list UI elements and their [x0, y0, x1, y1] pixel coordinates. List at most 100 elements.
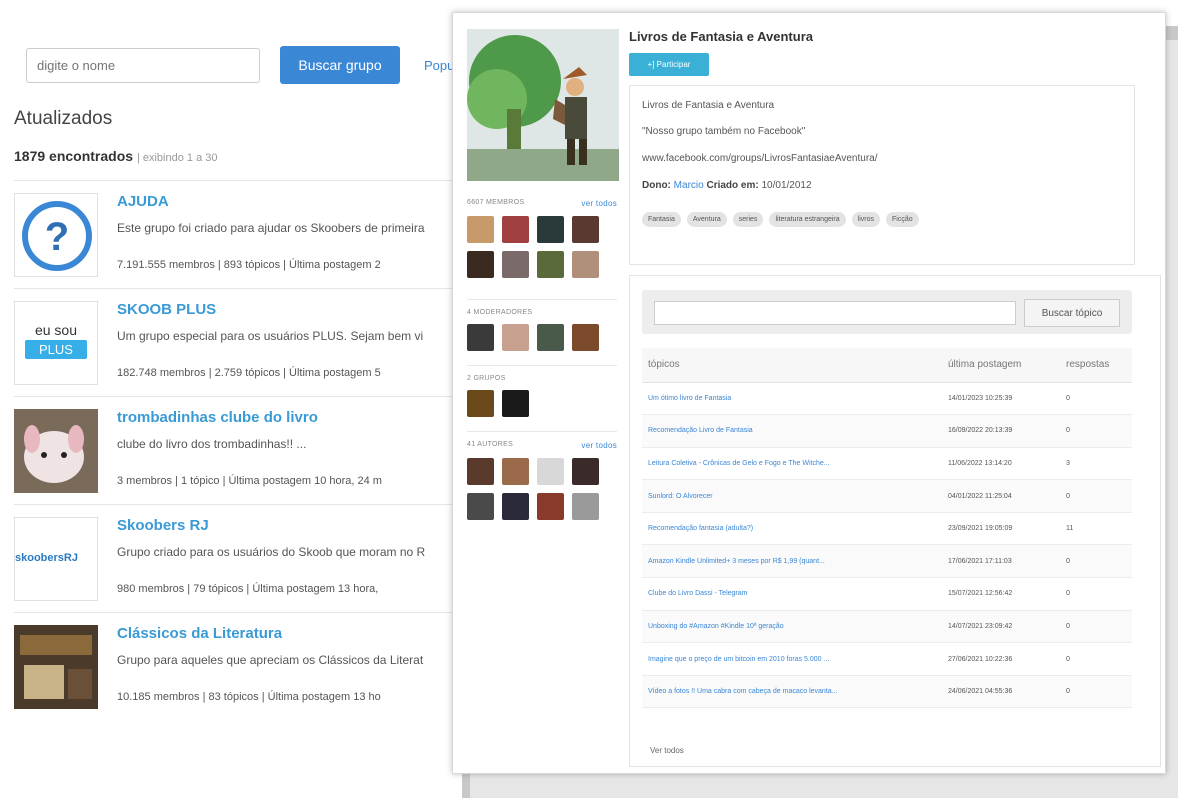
axolotl-image	[14, 409, 98, 493]
moderators-heading: 4 MODERADORES	[467, 309, 533, 316]
table-row[interactable]: Sunlord: O Alvorecer 04/01/2022 11:25:04 0	[642, 479, 1132, 513]
table-row[interactable]: Leitura Coletiva - Crônicas de Gelo e Fo…	[642, 447, 1132, 481]
moderator-avatar[interactable]	[572, 324, 599, 351]
topic-link[interactable]: Leitura Coletiva - Crônicas de Gelo e Fo…	[642, 447, 942, 481]
member-avatar[interactable]	[537, 251, 564, 278]
author-avatar[interactable]	[537, 493, 564, 520]
member-avatar[interactable]	[572, 216, 599, 243]
join-group-button[interactable]: +] Participar	[629, 53, 709, 76]
members-heading: 6607 MEMBROS	[467, 199, 525, 206]
topic-link[interactable]: Um ótimo livro de Fantasia	[642, 382, 942, 416]
topic-last-post: 17/06/2021 17:11:03	[942, 544, 1060, 579]
table-row[interactable]: Um ótimo livro de Fantasia 14/01/2023 10:…	[642, 382, 1132, 416]
topic-link[interactable]: Unboxing do #Amazon #Kindle 10ª geração	[642, 610, 942, 644]
topic-last-post: 24/06/2021 04:55:36	[942, 675, 1060, 709]
member-avatar[interactable]	[467, 251, 494, 278]
author-avatar[interactable]	[502, 493, 529, 520]
list-item[interactable]: trombadinhas clube do livro clube do liv…	[14, 396, 470, 504]
group-name[interactable]: SKOOB PLUS	[117, 301, 216, 318]
related-group-thumbnail[interactable]	[467, 390, 494, 417]
member-avatar[interactable]	[572, 251, 599, 278]
group-description: Um grupo especial para os usuários PLUS.…	[117, 329, 424, 343]
authors-see-all-link[interactable]: ver todos	[581, 441, 617, 450]
author-avatar[interactable]	[572, 493, 599, 520]
see-all-topics-link[interactable]: Ver todos	[650, 746, 684, 755]
member-avatar[interactable]	[537, 216, 564, 243]
group-name[interactable]: Skoobers RJ	[117, 517, 209, 534]
search-topic-button[interactable]: Buscar tópico	[1024, 299, 1120, 327]
table-row[interactable]: Imagine que o preço de um bitcoin em 201…	[642, 642, 1132, 676]
member-avatar[interactable]	[467, 216, 494, 243]
plus-group-thumbnail[interactable]: eu sou PLUS	[14, 301, 98, 385]
group-name[interactable]: AJUDA	[117, 193, 169, 210]
help-group-thumbnail[interactable]: ?	[14, 193, 98, 277]
group-search-input[interactable]	[26, 47, 260, 83]
members-section: 6607 MEMBROS ver todos	[467, 199, 617, 278]
topic-link[interactable]: Amazon Kindle Unlimited+ 3 meses por R$ …	[642, 544, 942, 579]
topic-replies: 0	[1060, 544, 1132, 579]
topic-link[interactable]: Vídeo a fotos !! Uma cabra com cabeça de…	[642, 675, 942, 709]
table-row[interactable]: Unboxing do #Amazon #Kindle 10ª geração 1…	[642, 610, 1132, 644]
moderator-avatar[interactable]	[502, 324, 529, 351]
topic-replies: 0	[1060, 479, 1132, 513]
tag[interactable]: Aventura	[686, 212, 727, 227]
plus-logo-top: eu sou	[34, 322, 78, 338]
tag[interactable]: series	[732, 212, 764, 227]
member-avatar[interactable]	[502, 251, 529, 278]
author-avatar[interactable]	[502, 458, 529, 485]
group-title: Livros de Fantasia e Aventura	[629, 29, 813, 44]
rj-logo: skoobersRJ	[15, 552, 78, 564]
moderator-avatar[interactable]	[467, 324, 494, 351]
related-group-thumbnail[interactable]	[502, 390, 529, 417]
group-description: Este grupo foi criado para ajudar os Sko…	[117, 221, 425, 235]
owner-label: Dono:	[642, 180, 671, 191]
group-info-box: Livros de Fantasia e Aventura "Nosso gru…	[629, 85, 1135, 265]
group-stats: 980 membros | 79 tópicos | Última postag…	[117, 583, 379, 595]
search-group-button[interactable]: Buscar grupo	[280, 46, 400, 84]
tag-list: Fantasia Aventura series literatura estr…	[642, 212, 919, 227]
topic-link[interactable]: Imagine que o preço de um bitcoin em 201…	[642, 642, 942, 676]
author-avatar[interactable]	[467, 493, 494, 520]
list-item[interactable]: ? AJUDA Este grupo foi criado para ajuda…	[14, 180, 470, 288]
owner-name-link[interactable]: Marcio	[674, 180, 704, 191]
group-name[interactable]: trombadinhas clube do livro	[117, 409, 318, 426]
topic-last-post: 04/01/2022 11:25:04	[942, 479, 1060, 513]
author-avatar[interactable]	[537, 458, 564, 485]
classics-thumbnail[interactable]	[14, 625, 98, 709]
group-name[interactable]: Clássicos da Literatura	[117, 625, 282, 642]
topic-link[interactable]: Recomendação Livro de Fantasia	[642, 414, 942, 448]
member-avatar[interactable]	[502, 216, 529, 243]
topic-search-input[interactable]	[654, 301, 1016, 325]
column-header-replies: respostas	[1060, 348, 1132, 383]
tag[interactable]: literatura estrangeira	[769, 212, 846, 227]
list-item[interactable]: eu sou PLUS SKOOB PLUS Um grupo especial…	[14, 288, 470, 396]
topic-replies: 0	[1060, 610, 1132, 644]
moderator-avatar[interactable]	[537, 324, 564, 351]
list-item[interactable]: Clássicos da Literatura Grupo para aquel…	[14, 612, 470, 720]
group-stats: 10.185 membros | 83 tópicos | Última pos…	[117, 691, 381, 703]
table-row[interactable]: Vídeo a fotos !! Uma cabra com cabeça de…	[642, 675, 1132, 709]
groups-list-page: Buscar grupo Popu Atualizados 1879 encon…	[0, 0, 470, 808]
topic-last-post: 16/09/2022 20:13:39	[942, 414, 1060, 448]
topic-link[interactable]: Recomendação fantasia (adulta?)	[642, 512, 942, 546]
topic-last-post: 11/06/2022 13:14:20	[942, 447, 1060, 481]
table-row[interactable]: Recomendação Livro de Fantasia 16/09/2022…	[642, 414, 1132, 448]
tag[interactable]: livros	[851, 212, 880, 227]
list-item[interactable]: skoobersRJ Skoobers RJ Grupo criado para…	[14, 504, 470, 612]
tag[interactable]: Fantasia	[642, 212, 681, 227]
author-avatar[interactable]	[572, 458, 599, 485]
tag[interactable]: Ficção	[885, 212, 919, 227]
table-row[interactable]: Amazon Kindle Unlimited+ 3 meses por R$ …	[642, 544, 1132, 579]
rj-group-thumbnail[interactable]: skoobersRJ	[14, 517, 98, 601]
table-row[interactable]: Recomendação fantasia (adulta?) 23/09/202…	[642, 512, 1132, 546]
sidebar-divider	[467, 299, 617, 300]
topic-link[interactable]: Clube do Livro Dassi - Telegram	[642, 577, 942, 611]
topics-table: tópicos última postagem respostas Um óti…	[642, 348, 1132, 709]
author-avatar[interactable]	[467, 458, 494, 485]
topic-link[interactable]: Sunlord: O Alvorecer	[642, 479, 942, 513]
axolotl-thumbnail[interactable]	[14, 409, 98, 493]
topic-replies: 0	[1060, 577, 1132, 611]
members-see-all-link[interactable]: ver todos	[581, 199, 617, 208]
popular-link[interactable]: Popu	[424, 58, 454, 73]
table-row[interactable]: Clube do Livro Dassi - Telegram 15/07/202…	[642, 577, 1132, 611]
